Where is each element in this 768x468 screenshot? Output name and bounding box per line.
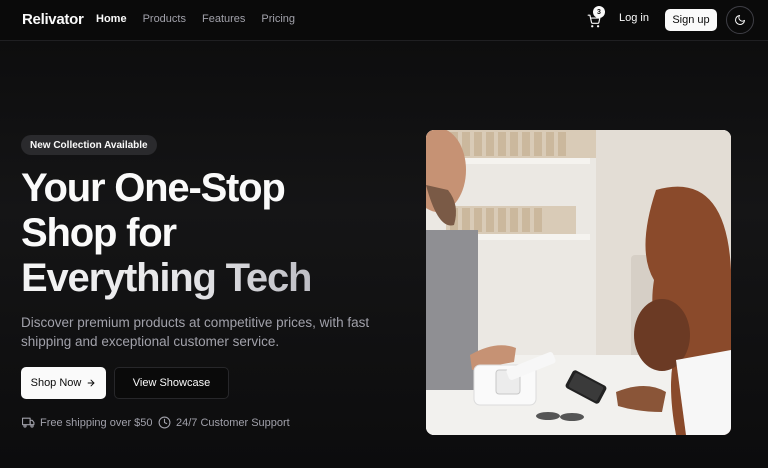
hero-subtitle: Discover premium products at competitive… xyxy=(21,315,370,349)
signup-button[interactable]: Sign up xyxy=(665,9,717,31)
cart-button[interactable]: 3 xyxy=(580,6,607,34)
feature-support: 24/7 Customer Support xyxy=(158,416,290,429)
new-collection-badge: New Collection Available xyxy=(21,135,157,155)
nav-link-products[interactable]: Products xyxy=(143,13,186,25)
hero-image xyxy=(426,130,731,435)
login-link[interactable]: Log in xyxy=(619,12,649,24)
nav-link-features[interactable]: Features xyxy=(202,13,245,25)
shop-now-button[interactable]: Shop Now xyxy=(21,367,106,399)
headline-line-3: Everything Tech xyxy=(21,256,401,301)
nav-link-pricing[interactable]: Pricing xyxy=(261,13,295,25)
feature-label: 24/7 Customer Support xyxy=(176,416,290,429)
view-showcase-button[interactable]: View Showcase xyxy=(114,367,229,399)
truck-icon xyxy=(22,417,35,428)
moon-icon xyxy=(735,15,745,25)
headline-line-1: Your One-Stop xyxy=(21,166,286,210)
hero-headline: Your One-Stop Shop for Everything Tech xyxy=(21,166,401,301)
arrow-right-icon xyxy=(88,379,95,387)
shop-checkout-illustration xyxy=(426,130,731,435)
top-navbar: Relivator Home Products Features Pricing… xyxy=(0,0,768,41)
theme-toggle-button[interactable] xyxy=(726,6,754,34)
feature-label: Free shipping over $50 xyxy=(40,416,153,429)
clock-icon xyxy=(158,416,171,429)
page: Relivator Home Products Features Pricing… xyxy=(0,0,768,468)
cart-count-badge: 3 xyxy=(593,6,605,18)
main-nav: Home Products Features Pricing xyxy=(96,13,295,25)
nav-link-home[interactable]: Home xyxy=(96,13,127,25)
headline-line-2: Shop for xyxy=(21,211,177,255)
feature-free-shipping: Free shipping over $50 xyxy=(22,416,153,429)
shop-now-label: Shop Now xyxy=(30,377,82,389)
brand-logo[interactable]: Relivator xyxy=(22,11,84,28)
